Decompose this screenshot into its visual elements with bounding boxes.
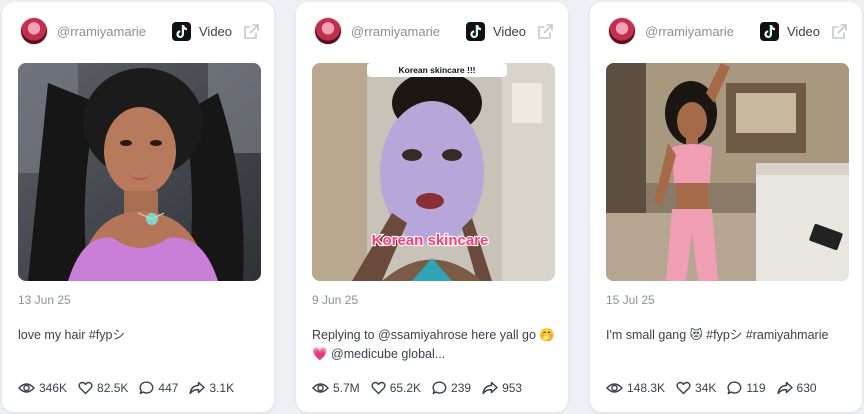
shares-count: 3.1K: [209, 381, 235, 395]
views-stat: 148.3K: [606, 381, 665, 395]
account-handle[interactable]: @rramiyamarie: [351, 24, 457, 39]
eye-icon: [606, 381, 623, 395]
views-stat: 5.7M: [312, 381, 360, 395]
views-count: 5.7M: [333, 381, 360, 395]
share-icon: [482, 381, 498, 395]
engagement-stats: 148.3K 34K 119 630: [606, 379, 852, 397]
post-caption: love my hair #fypシ: [18, 328, 125, 342]
post-card-1[interactable]: @rramiyamarie Video 13 Jun 25 love my ha…: [2, 2, 274, 412]
avatar[interactable]: [608, 17, 636, 45]
views-count: 346K: [39, 381, 68, 395]
likes-count: 82.5K: [97, 381, 129, 395]
comments-stat: 447: [139, 381, 178, 395]
shares-stat: 630: [776, 381, 817, 395]
views-count: 148.3K: [627, 381, 666, 395]
account-handle[interactable]: @rramiyamarie: [57, 24, 163, 39]
heart-icon: [371, 381, 386, 395]
comments-stat: 239: [432, 381, 471, 395]
video-thumbnail[interactable]: Korean skincare !!! Korean skincare: [312, 63, 555, 281]
share-icon: [776, 381, 793, 395]
comments-stat: 119: [727, 381, 766, 395]
post-date: 9 Jun 25: [312, 293, 359, 307]
likes-count: 65.2K: [389, 381, 422, 395]
engagement-stats: 5.7M 65.2K 239 953: [312, 379, 558, 397]
tiktok-icon: [466, 22, 485, 41]
likes-stat: 65.2K: [371, 381, 421, 395]
content-type-label: Video: [493, 24, 527, 39]
account-handle[interactable]: @rramiyamarie: [645, 24, 751, 39]
post-date: 15 Jul 25: [606, 293, 655, 307]
card-header: @rramiyamarie Video: [2, 14, 274, 50]
post-date: 13 Jun 25: [18, 293, 71, 307]
shares-count: 630: [796, 381, 817, 395]
card-header: @rramiyamarie Video: [296, 14, 568, 50]
views-stat: 346K: [18, 381, 67, 395]
tiktok-icon: [172, 22, 191, 41]
likes-stat: 82.5K: [78, 381, 128, 395]
content-type-label: Video: [787, 24, 821, 39]
comment-icon: [727, 381, 742, 395]
shares-stat: 3.1K: [189, 381, 234, 395]
card-header: @rramiyamarie Video: [590, 14, 862, 50]
likes-stat: 34K: [676, 381, 716, 395]
thumbnail-banner-text: Korean skincare !!!: [399, 65, 476, 75]
comments-count: 447: [158, 381, 179, 395]
shares-stat: 953: [482, 381, 522, 395]
video-thumbnail[interactable]: [606, 63, 849, 281]
shares-count: 953: [502, 381, 523, 395]
eye-icon: [312, 381, 329, 395]
eye-icon: [18, 381, 35, 395]
heart-icon: [676, 381, 691, 395]
share-icon: [189, 381, 206, 395]
engagement-stats: 346K 82.5K 447 3.1K: [18, 379, 264, 397]
video-thumbnail[interactable]: [18, 63, 261, 281]
comment-icon: [432, 381, 447, 395]
likes-count: 34K: [695, 381, 717, 395]
thumbnail-overlay-text: Korean skincare: [372, 232, 489, 249]
post-card-3[interactable]: @rramiyamarie Video 15 Jul 25 I'm small …: [590, 2, 862, 412]
post-card-2[interactable]: @rramiyamarie Video Korean skincare !!! …: [296, 2, 568, 412]
post-caption: I'm small gang 😻 #fypシ #ramiyahmarie: [606, 328, 829, 342]
content-type-label: Video: [199, 24, 233, 39]
tiktok-icon: [760, 22, 779, 41]
external-link-icon[interactable]: [243, 23, 260, 45]
comment-icon: [139, 381, 154, 395]
comments-count: 239: [451, 381, 472, 395]
avatar[interactable]: [20, 17, 48, 45]
post-caption: Replying to @ssamiyahrose here yall go 🤭…: [312, 328, 555, 361]
external-link-icon[interactable]: [537, 23, 554, 45]
heart-icon: [78, 381, 93, 395]
comments-count: 119: [746, 381, 766, 395]
avatar[interactable]: [314, 17, 342, 45]
external-link-icon[interactable]: [831, 23, 848, 45]
